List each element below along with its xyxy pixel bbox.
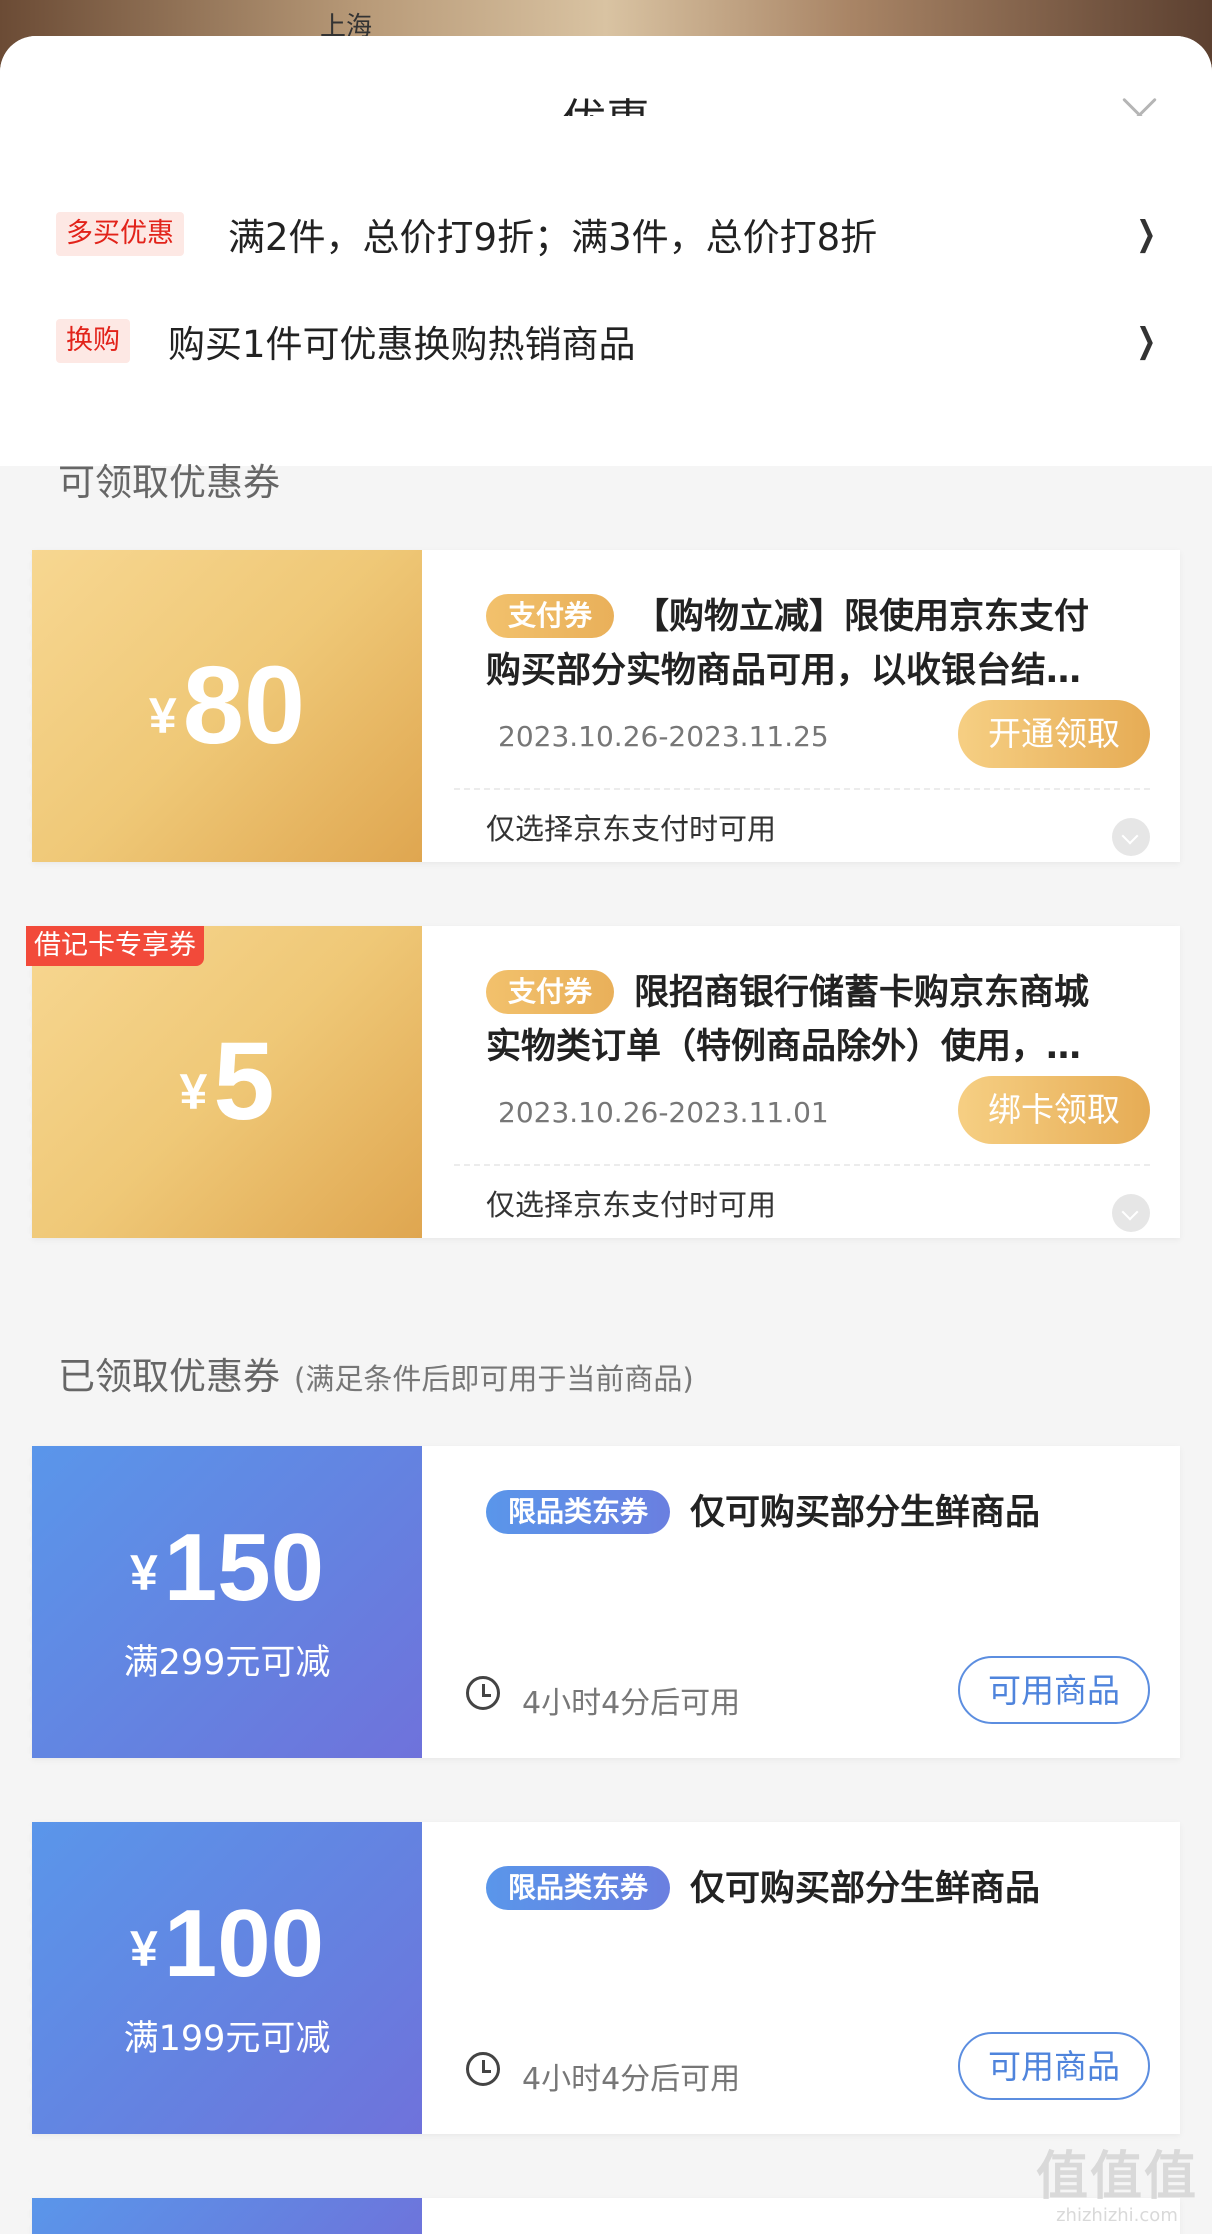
watermark-url: zhizhizhi.com xyxy=(1056,2205,1178,2226)
coupon-type-tag: 支付券 xyxy=(486,594,615,638)
promotion-tag: 换购 xyxy=(56,319,130,363)
amount-value: 100 xyxy=(163,1889,324,1997)
watermark-logo: 值值值 xyxy=(1035,2147,1198,2207)
currency-symbol: ¥ xyxy=(130,1544,158,1601)
coupon-details: 限品类东券 仅可购买部分生鲜商品 4小时4分后可用 可用商品 xyxy=(422,1822,1180,2134)
amount-value: 80 xyxy=(182,644,306,767)
divider xyxy=(454,788,1150,790)
available-coupons-title: 可领取优惠券 xyxy=(58,461,280,504)
coupon-date-range: 2023.10.26-2023.11.01 xyxy=(498,1096,829,1129)
coupon-amount-panel xyxy=(26,2198,422,2234)
coupon-amount: ¥100 xyxy=(130,1895,324,1992)
promotion-row-exchange[interactable]: 换购 购买1件可优惠换购热销商品 ❯ xyxy=(0,311,1212,371)
coupon-amount-panel: ¥100 满199元可减 xyxy=(26,1822,422,2134)
coupon-card: ¥80 支付券 【购物立减】限使用京东支付购买部分实物商品可用，以收银台结… 20… xyxy=(26,550,1180,862)
currency-symbol: ¥ xyxy=(148,688,177,744)
currency-symbol: ¥ xyxy=(130,1920,158,1977)
debit-card-badge: 借记卡专享券 xyxy=(26,926,204,966)
coupon-type-tag: 限品类东券 xyxy=(486,1490,671,1534)
coupon-description-text: 仅可购买部分生鲜商品 xyxy=(690,1493,1041,1533)
promotion-text: 购买1件可优惠换购热销商品 xyxy=(168,323,636,366)
chevron-down-icon[interactable] xyxy=(1112,1194,1150,1232)
coupon-description: 限品类东券 仅可购买部分生鲜商品 xyxy=(486,1862,1110,1916)
claimed-title-text: 已领取优惠券 xyxy=(58,1355,280,1398)
coupon-description: 支付券 限招商银行储蓄卡购京东商城实物类订单（特例商品除外）使用，… xyxy=(486,966,1110,1074)
available-products-button[interactable]: 可用商品 xyxy=(958,1656,1150,1724)
claimed-subtitle: (满足条件后即可用于当前商品) xyxy=(294,1362,694,1396)
coupon-condition: 满299元可减 xyxy=(123,1642,331,1683)
promotion-list: 多买优惠 满2件，总价打9折；满3件，总价打8折 ❯ 换购 购买1件可优惠换购热… xyxy=(0,116,1212,466)
coupon-amount: ¥5 xyxy=(180,1027,275,1137)
coupon-amount-panel: ¥150 满299元可减 xyxy=(26,1446,422,1758)
chevron-down-icon[interactable] xyxy=(1112,818,1150,856)
bind-card-claim-button[interactable]: 绑卡领取 xyxy=(958,1076,1150,1144)
coupon-note: 仅选择京东支付时可用 xyxy=(486,812,777,846)
coupon-description: 限品类东券 仅可购买部分生鲜商品 xyxy=(486,1486,1110,1540)
coupon-note: 仅选择京东支付时可用 xyxy=(486,1188,777,1222)
coupon-amount: ¥150 xyxy=(130,1519,324,1616)
available-time: 4小时4分后可用 xyxy=(522,1686,741,1721)
coupon-amount: ¥80 xyxy=(149,651,305,761)
available-time: 4小时4分后可用 xyxy=(522,2062,741,2097)
claimed-coupon-card-partial xyxy=(26,2198,1180,2234)
chevron-right-icon: ❯ xyxy=(1135,214,1156,254)
activate-claim-button[interactable]: 开通领取 xyxy=(958,700,1150,768)
claimed-coupon-card: ¥100 满199元可减 限品类东券 仅可购买部分生鲜商品 4小时4分后可用 可用… xyxy=(26,1822,1180,2134)
promotion-tag: 多买优惠 xyxy=(56,212,184,256)
divider xyxy=(454,1164,1150,1166)
claimed-coupons-title: 已领取优惠券 (满足条件后即可用于当前商品) xyxy=(58,1346,694,1400)
claimed-coupon-card: ¥150 满299元可减 限品类东券 仅可购买部分生鲜商品 4小时4分后可用 可用… xyxy=(26,1446,1180,1758)
coupon-description-text: 仅可购买部分生鲜商品 xyxy=(690,1869,1041,1909)
clock-icon xyxy=(466,2052,500,2086)
promotion-text: 满2件，总价打9折；满3件，总价打8折 xyxy=(228,216,878,259)
coupon-amount-panel: ¥5 xyxy=(26,926,422,1238)
coupon-type-tag: 限品类东券 xyxy=(486,1866,671,1910)
discount-sheet: 优惠 多买优惠 满2件，总价打9折；满3件，总价打8折 ❯ 换购 购买1件可优惠… xyxy=(0,36,1212,2234)
coupon-description: 支付券 【购物立减】限使用京东支付购买部分实物商品可用，以收银台结… xyxy=(486,590,1110,698)
chevron-right-icon: ❯ xyxy=(1135,321,1156,361)
watermark: 值值值 zhizhizhi.com xyxy=(1036,2134,1198,2226)
coupon-details: 限品类东券 仅可购买部分生鲜商品 4小时4分后可用 可用商品 xyxy=(422,1446,1180,1758)
coupon-amount-panel: ¥80 xyxy=(26,550,422,862)
promotion-row-multi-buy[interactable]: 多买优惠 满2件，总价打9折；满3件，总价打8折 ❯ xyxy=(0,204,1212,264)
coupon-date-range: 2023.10.26-2023.11.25 xyxy=(498,720,829,753)
amount-value: 5 xyxy=(213,1020,275,1143)
sheet-header: 优惠 xyxy=(0,36,1212,146)
clock-icon xyxy=(466,1676,500,1710)
currency-symbol: ¥ xyxy=(179,1064,208,1120)
coupon-card: ¥5 借记卡专享券 支付券 限招商银行储蓄卡购京东商城实物类订单（特例商品除外）使… xyxy=(26,926,1180,1238)
coupon-details: 支付券 【购物立减】限使用京东支付购买部分实物商品可用，以收银台结… 2023.1… xyxy=(422,550,1180,862)
coupon-condition: 满199元可减 xyxy=(123,2018,331,2059)
available-products-button[interactable]: 可用商品 xyxy=(958,2032,1150,2100)
coupon-details: 支付券 限招商银行储蓄卡购京东商城实物类订单（特例商品除外）使用，… 2023.1… xyxy=(422,926,1180,1238)
amount-value: 150 xyxy=(163,1513,324,1621)
coupon-type-tag: 支付券 xyxy=(486,970,615,1014)
